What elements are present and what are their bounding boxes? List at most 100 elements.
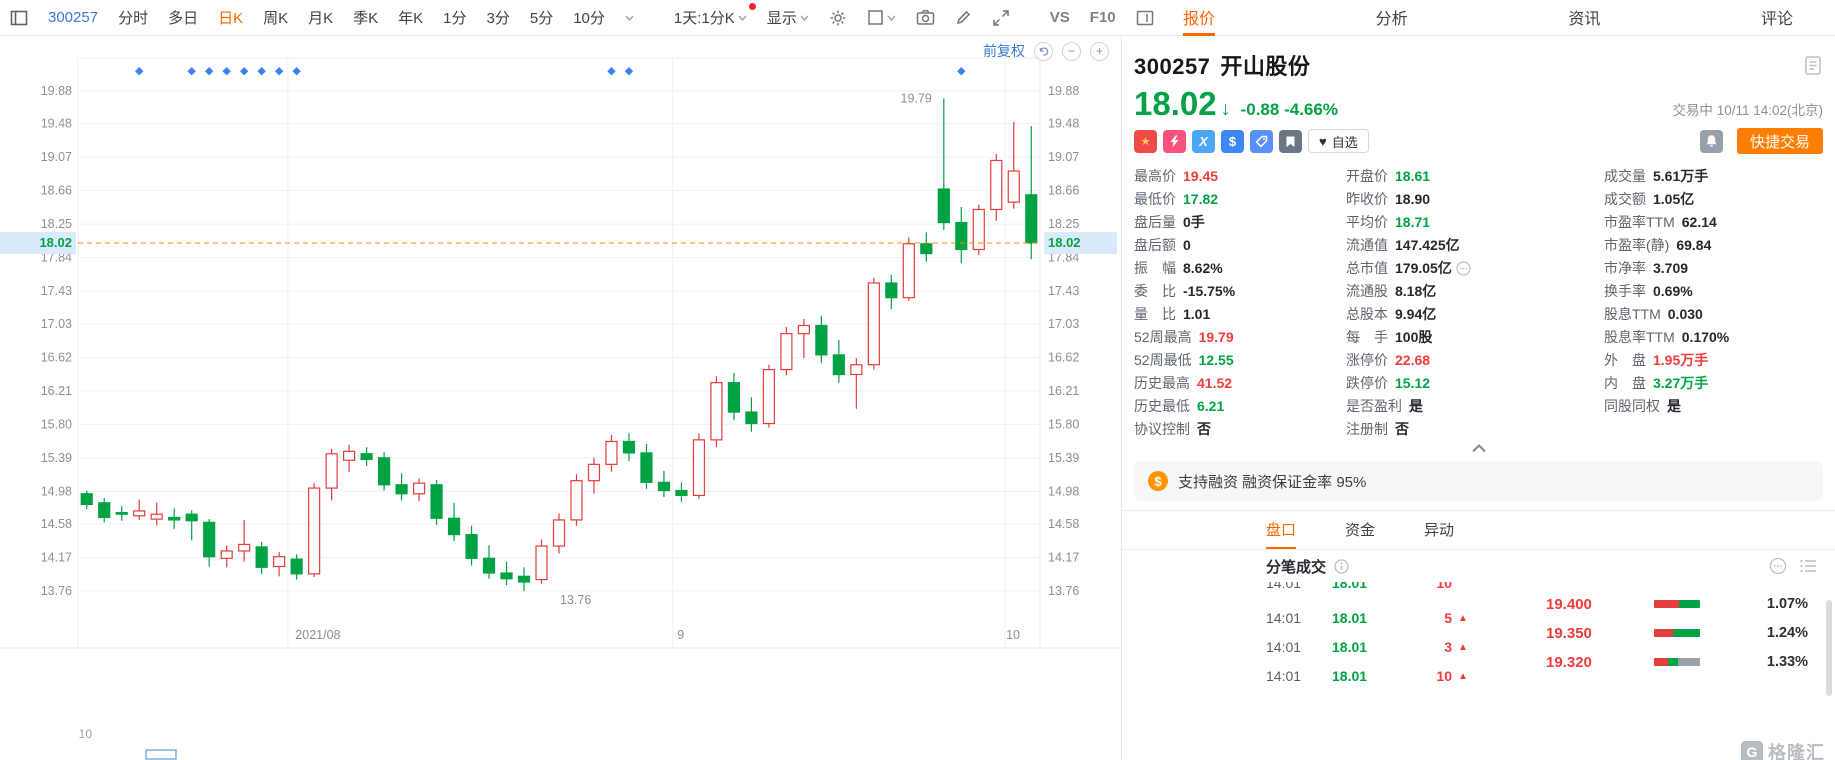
stat-cell: 平均价 18.71 xyxy=(1346,211,1604,234)
tick-lots: 10 xyxy=(1436,582,1452,591)
price-level-row[interactable]: 19.320 1.33% xyxy=(1546,652,1808,672)
stat-value: 69.84 xyxy=(1676,237,1712,253)
stat-cell: 历史最高 41.52 xyxy=(1134,372,1346,395)
buy-arrow-icon: ▲ xyxy=(1458,612,1468,624)
stat-cell: 委 比 -15.75% xyxy=(1134,280,1346,303)
list-view-icon[interactable] xyxy=(1799,558,1817,574)
adjust-mode-link[interactable]: 前复权 xyxy=(983,41,1025,61)
stat-cell: 外 盘 1.95万手 xyxy=(1604,349,1823,372)
bell-icon[interactable] xyxy=(1699,129,1723,153)
info-icon[interactable] xyxy=(1334,558,1349,574)
price-level-row[interactable]: 19.350 1.24% xyxy=(1546,623,1808,643)
financing-dollar-icon: $ xyxy=(1148,471,1168,491)
buy-arrow-icon: ▲ xyxy=(1458,641,1468,653)
more-ellipsis-icon[interactable] xyxy=(1769,557,1787,575)
zoom-in-icon[interactable]: + xyxy=(1090,41,1109,61)
stat-value: 6.21 xyxy=(1197,398,1225,414)
stat-label: 外 盘 xyxy=(1604,352,1646,368)
stat-label: 内 盘 xyxy=(1604,375,1646,391)
svg-text:14.58: 14.58 xyxy=(1048,517,1079,531)
subtab-盘口[interactable]: 盘口 xyxy=(1266,511,1297,549)
stat-value: 0 xyxy=(1183,237,1191,253)
stat-label: 涨停价 xyxy=(1346,352,1388,368)
stat-cell: 盘后量 0手 xyxy=(1134,211,1346,234)
stock-title-row: 300257 开山股份 xyxy=(1134,49,1823,81)
stat-value: 22.68 xyxy=(1395,352,1431,368)
stat-value: 1.05亿 xyxy=(1653,191,1695,207)
period-tab-3分[interactable]: 3分 xyxy=(487,7,510,28)
fullscreen-expand-icon[interactable] xyxy=(992,9,1010,27)
dollar-icon: $ xyxy=(1221,129,1244,153)
zoom-out-icon[interactable]: − xyxy=(1062,41,1081,61)
candlestick-svg[interactable]: 19.88 19.88 19.48 19.48 19.07 19.07 18.66 18.66… xyxy=(0,36,1121,760)
period-tab-日K[interactable]: 日K xyxy=(218,7,243,28)
chart-style-selector[interactable] xyxy=(867,9,896,26)
tab-评论[interactable]: 评论 xyxy=(1761,0,1793,36)
stat-value: 0.170% xyxy=(1681,329,1730,345)
stat-label: 是否盈利 xyxy=(1346,398,1402,414)
subtab-异动[interactable]: 异动 xyxy=(1424,511,1454,549)
chart-adjust-controls: 前复权 − + xyxy=(983,41,1109,61)
tick-lots: 3 xyxy=(1444,639,1452,655)
period-tab-季K[interactable]: 季K xyxy=(353,7,378,28)
stat-value: 41.52 xyxy=(1197,375,1233,391)
stat-label: 开盘价 xyxy=(1346,168,1388,184)
period-tab-1分[interactable]: 1分 xyxy=(443,7,466,28)
tick-trade-list[interactable]: G 格隆汇 14:01 18.01 10 14:01 18.01 5 ▲ 14:01 18.01… xyxy=(1122,582,1835,760)
tick-row[interactable]: 14:01 18.01 3 ▲ xyxy=(1266,637,1468,657)
camera-icon[interactable] xyxy=(916,9,935,26)
scrollbar-thumb[interactable] xyxy=(1826,600,1832,696)
period-tab-月K[interactable]: 月K xyxy=(308,7,333,28)
document-icon[interactable] xyxy=(1805,55,1821,75)
candlestick-chart[interactable]: 前复权 − + 19.88 19.88 19.48 19.48 19.07 19.07 18… xyxy=(0,36,1121,760)
stat-value: 12.55 xyxy=(1198,352,1234,368)
watermark-text: 格隆汇 xyxy=(1768,743,1825,760)
b </span>ookmark-icon xyxy=(1279,129,1302,153)
price-level-row[interactable]: 19.400 1.07% xyxy=(1546,594,1808,614)
f10-button[interactable]: F10 xyxy=(1090,9,1116,26)
badge-row: ★ X $ ♥ 自选 快捷交易 xyxy=(1134,128,1823,154)
tick-lots: 5 xyxy=(1444,610,1452,626)
svg-text:14.58: 14.58 xyxy=(41,517,72,531)
tab-分析[interactable]: 分析 xyxy=(1376,0,1408,36)
stat-value: 0.69% xyxy=(1653,283,1693,299)
toolbar-stock-code[interactable]: 300257 xyxy=(48,9,98,26)
period-tab-10分[interactable]: 10分 xyxy=(573,7,605,28)
tick-row[interactable]: 14:01 18.01 10 ▲ xyxy=(1266,666,1468,686)
period-more-chevron-down-icon[interactable] xyxy=(625,15,634,21)
financing-banner[interactable]: $ 支持融资 融资保证金率 95% xyxy=(1134,461,1823,501)
tick-row[interactable]: 14:01 18.01 5 ▲ xyxy=(1266,608,1468,628)
pencil-icon[interactable] xyxy=(955,9,972,26)
stat-value: 0.030 xyxy=(1667,306,1703,322)
watermark-logo: G xyxy=(1741,741,1763,760)
gear-icon[interactable] xyxy=(829,9,847,27)
tick-price: 18.01 xyxy=(1332,582,1368,591)
period-tab-5分[interactable]: 5分 xyxy=(530,7,553,28)
tab-资讯[interactable]: 资讯 xyxy=(1568,0,1600,36)
svg-text:10: 10 xyxy=(1006,628,1020,642)
tick-row[interactable]: 14:01 18.01 10 xyxy=(1266,582,1452,593)
interval-selector[interactable]: 1天:1分K xyxy=(674,3,756,28)
stat-label: 盘后额 xyxy=(1134,237,1176,253)
svg-text:15.80: 15.80 xyxy=(1048,417,1079,431)
period-tab-分时[interactable]: 分时 xyxy=(118,7,148,28)
vs-compare-button[interactable]: VS xyxy=(1050,9,1070,26)
window-layout-icon[interactable] xyxy=(10,9,28,27)
period-tab-周K[interactable]: 周K xyxy=(263,7,288,28)
stat-label: 流通股 xyxy=(1346,283,1388,299)
price-change-pct: -4.66% xyxy=(1284,100,1338,119)
stat-label: 股息率TTM xyxy=(1604,329,1675,345)
period-tab-多日[interactable]: 多日 xyxy=(168,7,198,28)
subtab-资金[interactable]: 资金 xyxy=(1345,511,1375,549)
stat-label: 注册制 xyxy=(1346,421,1388,437)
quick-trade-button[interactable]: 快捷交易 xyxy=(1736,128,1823,154)
display-menu[interactable]: 显示 xyxy=(767,7,809,28)
stat-label: 最低价 xyxy=(1134,191,1176,207)
undo-icon[interactable] xyxy=(1034,41,1053,61)
tab-报价[interactable]: 报价 xyxy=(1183,0,1216,36)
ellipsis-icon[interactable] xyxy=(1452,261,1471,276)
add-favorite-button[interactable]: ♥ 自选 xyxy=(1308,129,1369,153)
period-tab-年K[interactable]: 年K xyxy=(398,7,423,28)
stat-label: 流通值 xyxy=(1346,237,1388,253)
collapse-chevron-up-icon[interactable] xyxy=(1134,444,1823,456)
